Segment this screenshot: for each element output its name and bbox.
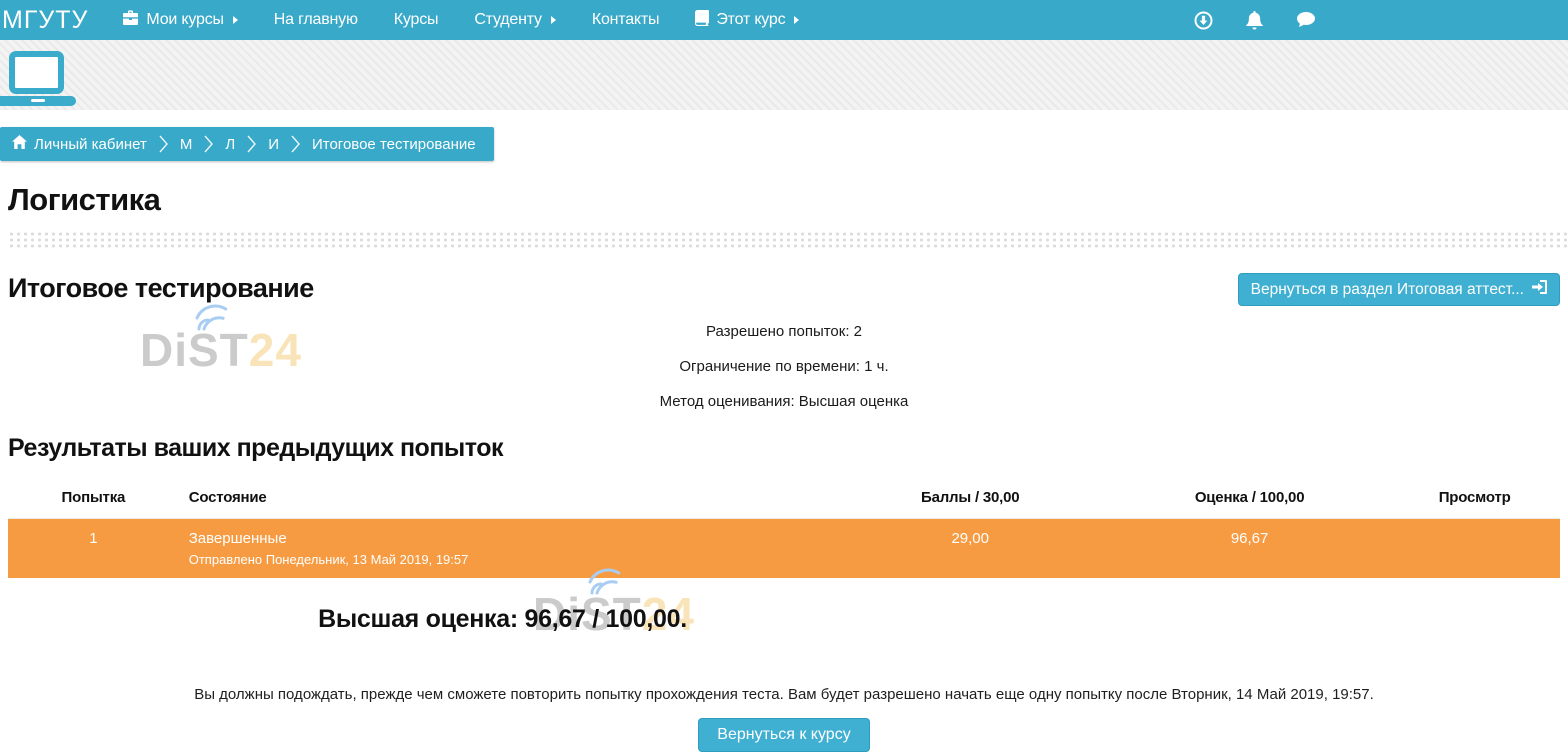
top-navbar: МГУТУ Мои курсы На главную Курсы Студент… <box>0 0 1568 40</box>
header-grade: Оценка / 100,00 <box>1110 475 1389 519</box>
nav-item-student[interactable]: Студенту <box>456 0 574 40</box>
back-to-course-button[interactable]: Вернуться к курсу <box>698 718 869 752</box>
navbar-right-icons <box>1194 11 1568 30</box>
dotted-divider <box>8 231 1568 248</box>
nav-item-contacts[interactable]: Контакты <box>574 0 678 40</box>
nav-label: Мои курсы <box>146 11 223 29</box>
cell-review <box>1389 519 1560 579</box>
chevron-right-icon <box>159 135 168 153</box>
nav-item-home[interactable]: На главную <box>256 0 376 40</box>
bell-icon[interactable] <box>1246 11 1263 30</box>
header-state: Состояние <box>179 475 831 519</box>
cell-marks: 29,00 <box>831 519 1110 579</box>
state-label: Завершенные <box>189 530 821 547</box>
book-icon <box>695 10 709 31</box>
attempts-table: Попытка Состояние Баллы / 30,00 Оценка /… <box>8 475 1560 578</box>
nav-label: Этот курс <box>716 11 785 29</box>
chevron-right-icon <box>247 135 256 153</box>
quiz-title: Итоговое тестирование <box>8 273 314 304</box>
nav-label: На главную <box>274 11 358 29</box>
nav-item-my-courses[interactable]: Мои курсы <box>104 0 255 40</box>
nav-label: Контакты <box>592 11 660 29</box>
back-to-course-label: Вернуться к курсу <box>717 726 850 744</box>
back-to-section-button[interactable]: Вернуться в раздел Итоговая аттест... <box>1238 273 1560 306</box>
table-row: 1 Завершенные Отправлено Понедельник, 13… <box>8 519 1560 579</box>
results-heading: Результаты ваших предыдущих попыток <box>8 434 1568 463</box>
caret-right-icon <box>551 16 556 24</box>
header-marks: Баллы / 30,00 <box>831 475 1110 519</box>
table-header-row: Попытка Состояние Баллы / 30,00 Оценка /… <box>8 475 1560 519</box>
quiz-info: DiST24 Разрешено попыток: 2 Ограничение … <box>0 323 1568 410</box>
home-icon <box>12 135 27 153</box>
cell-attempt-number: 1 <box>8 519 179 579</box>
cell-state: Завершенные Отправлено Понедельник, 13 М… <box>179 519 831 579</box>
caret-right-icon <box>233 16 238 24</box>
attempts-allowed-text: Разрешено попыток: 2 <box>0 323 1568 340</box>
nav-label: Студенту <box>474 11 542 29</box>
briefcase-icon <box>122 10 139 30</box>
header-review: Просмотр <box>1389 475 1560 519</box>
course-title: Логистика <box>8 182 1568 218</box>
caret-right-icon <box>794 16 799 24</box>
state-detail: Отправлено Понедельник, 13 Май 2019, 19:… <box>189 552 821 567</box>
wait-message: Вы должны подождать, прежде чем сможете … <box>0 686 1568 703</box>
breadcrumb-dashboard[interactable]: Личный кабинет <box>12 135 147 153</box>
nav-label: Курсы <box>394 11 439 29</box>
laptop-screen <box>9 51 64 94</box>
nav-item-courses[interactable]: Курсы <box>376 0 457 40</box>
laptop-base <box>0 96 76 106</box>
breadcrumb-label: Личный кабинет <box>34 136 147 153</box>
breadcrumb-i[interactable]: И <box>268 136 279 153</box>
header-attempt: Попытка <box>8 475 179 519</box>
laptop-logo-icon[interactable] <box>0 51 76 106</box>
chevron-right-icon <box>291 135 300 153</box>
breadcrumb: Личный кабинет М Л И Итоговое тестирован… <box>0 127 494 161</box>
nav-item-this-course[interactable]: Этот курс <box>677 0 817 40</box>
arrow-circle-down-icon[interactable] <box>1194 11 1213 30</box>
sign-in-icon <box>1532 280 1547 299</box>
back-to-section-label: Вернуться в раздел Итоговая аттест... <box>1251 281 1524 299</box>
breadcrumb-m[interactable]: М <box>180 136 193 153</box>
header-band <box>0 40 1568 110</box>
breadcrumb-current: Итоговое тестирование <box>312 136 476 153</box>
comment-icon[interactable] <box>1296 11 1316 29</box>
time-limit-text: Ограничение по времени: 1 ч. <box>0 358 1568 375</box>
grading-method-text: Метод оценивания: Высшая оценка <box>0 393 1568 410</box>
best-grade-text: Высшая оценка: 96,67 / 100,00. <box>0 605 1005 634</box>
cell-grade: 96,67 <box>1110 519 1389 579</box>
breadcrumb-l[interactable]: Л <box>225 136 235 153</box>
chevron-right-icon <box>204 135 213 153</box>
site-logo[interactable]: МГУТУ <box>0 6 104 35</box>
